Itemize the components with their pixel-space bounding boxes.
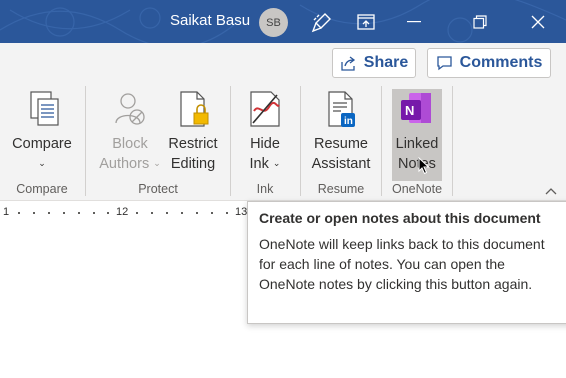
hide-ink-line1: Hide (250, 136, 280, 152)
restore-ribbon-icon[interactable] (344, 5, 388, 39)
hide-ink-icon (245, 89, 285, 129)
user-avatar[interactable]: SB (259, 8, 288, 37)
compare-label: Compare (12, 136, 72, 152)
block-authors-button[interactable]: Block Authors ⌄ (94, 89, 166, 181)
resume-assistant-line1: Resume (314, 136, 368, 152)
maximize-icon[interactable] (458, 5, 502, 39)
group-label-onenote: OneNote (391, 182, 443, 196)
resume-assistant-icon: in (321, 89, 361, 129)
mouse-cursor-icon (418, 156, 430, 180)
restrict-editing-button[interactable]: Restrict Editing (164, 89, 222, 181)
comment-icon (437, 56, 452, 71)
ruler-label: 1 (3, 206, 10, 218)
minimize-icon[interactable] (392, 5, 436, 39)
group-separator (230, 86, 231, 196)
group-label-protect: Protect (138, 182, 178, 196)
block-authors-line1: Block (112, 136, 148, 152)
chevron-down-icon: ⌄ (153, 158, 161, 168)
tooltip-body: OneNote will keep links back to this doc… (259, 236, 545, 292)
brush-icon[interactable] (300, 5, 344, 39)
collapse-ribbon-icon[interactable] (545, 183, 557, 198)
group-separator (452, 86, 453, 196)
linked-notes-tooltip: Create or open notes about this document… (247, 201, 566, 324)
group-label-resume: Resume (317, 182, 365, 196)
close-icon[interactable] (516, 5, 560, 39)
group-label-compare: Compare (16, 182, 68, 196)
title-bar: Saikat Basu SB (0, 0, 566, 43)
comments-label: Comments (459, 54, 543, 71)
linked-notes-line2: Notes (398, 156, 436, 172)
linked-notes-button[interactable]: N Linked Notes (392, 89, 442, 181)
restrict-editing-line2: Editing (170, 156, 216, 172)
restrict-editing-line1: Restrict (168, 136, 218, 152)
linked-notes-line1: Linked (395, 136, 439, 152)
group-label-ink: Ink (256, 182, 274, 196)
svg-text:in: in (344, 116, 353, 127)
share-icon (341, 56, 355, 71)
block-authors-line2: Authors (99, 156, 150, 172)
horizontal-ruler: 1 12 13 (0, 202, 260, 224)
onenote-icon: N (397, 89, 437, 129)
group-separator (300, 86, 301, 196)
user-name: Saikat Basu (170, 12, 251, 29)
group-separator (381, 86, 382, 196)
chevron-down-icon: ⌄ (272, 158, 281, 168)
group-separator (85, 86, 86, 196)
ruler-label: 13 (235, 206, 248, 218)
share-label: Share (363, 54, 409, 71)
compare-button[interactable]: Compare ⌄ (10, 89, 74, 181)
compare-icon (22, 89, 62, 129)
resume-assistant-line2: Assistant (311, 156, 371, 172)
ribbon: Share Comments Compare ⌄ Block Authors ⌄ R… (0, 43, 566, 201)
hide-ink-button[interactable]: Hide Ink ⌄ (239, 89, 291, 181)
share-button[interactable]: Share (332, 48, 416, 78)
ruler-label: 12 (116, 206, 129, 218)
svg-text:N: N (405, 103, 414, 118)
chevron-down-icon: ⌄ (38, 158, 46, 168)
restrict-editing-icon (173, 89, 213, 129)
comments-button[interactable]: Comments (427, 48, 551, 78)
block-authors-icon (110, 89, 150, 129)
hide-ink-line2: Ink (249, 156, 269, 172)
tooltip-title: Create or open notes about this document (259, 210, 541, 226)
resume-assistant-button[interactable]: in Resume Assistant (308, 89, 374, 181)
